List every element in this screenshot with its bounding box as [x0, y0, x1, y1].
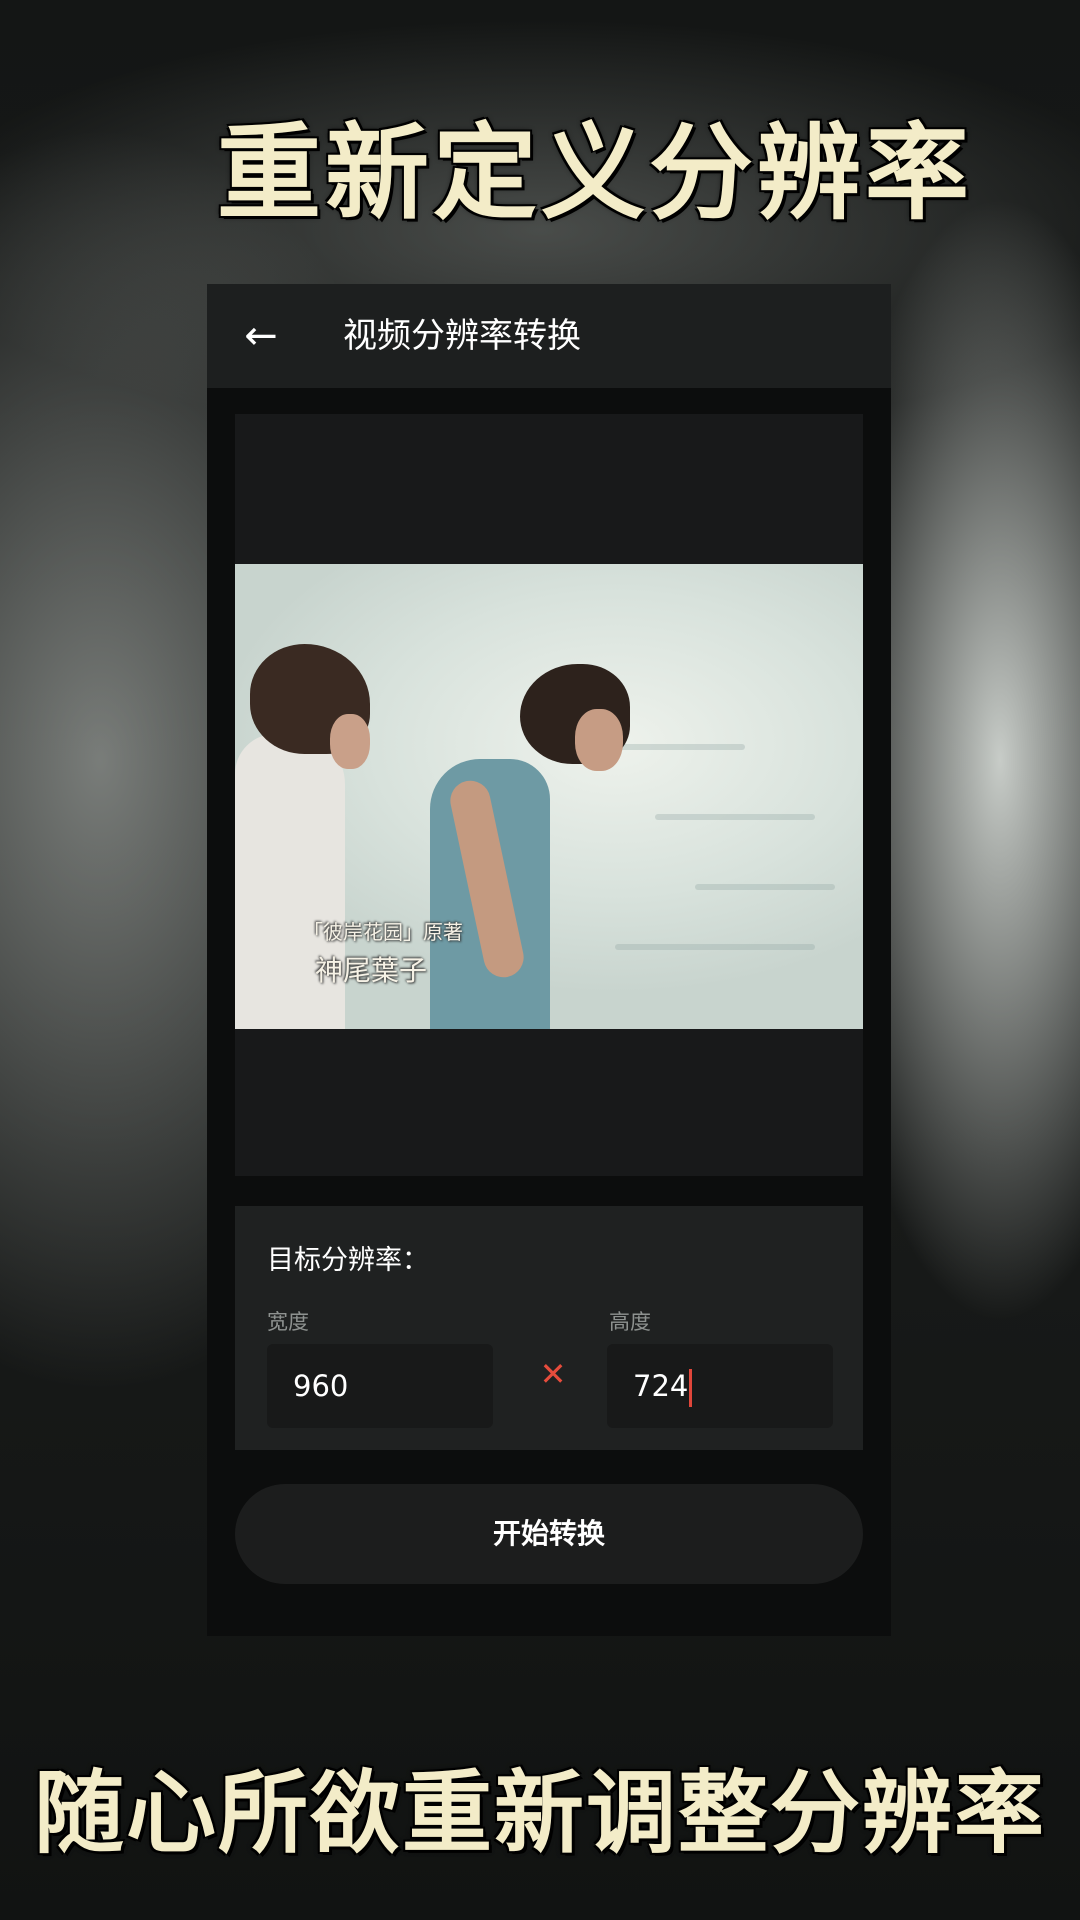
promo-screenshot: 重新定义分辨率 ← 视频分辨率转换 「彼岸花园」原著 神尾葉子 目标分辨率： 宽…	[0, 0, 1080, 1920]
width-label: 宽度	[267, 1310, 309, 1334]
width-value: 960	[293, 1369, 349, 1403]
wave-streak	[615, 944, 815, 950]
video-subtitle: 「彼岸花园」原著 神尾葉子	[303, 916, 463, 989]
height-input[interactable]: 724	[607, 1344, 833, 1428]
height-label: 高度	[609, 1310, 651, 1334]
video-frame: 「彼岸花园」原著 神尾葉子	[235, 564, 863, 1029]
wave-streak	[695, 884, 835, 890]
height-value-wrap: 724	[633, 1366, 693, 1407]
promo-headline-top: 重新定义分辨率	[216, 112, 973, 234]
start-convert-button[interactable]: 开始转换	[235, 1484, 863, 1584]
width-input[interactable]: 960	[267, 1344, 493, 1428]
text-caret	[689, 1369, 693, 1407]
video-preview[interactable]: 「彼岸花园」原著 神尾葉子	[235, 414, 863, 1176]
arrow-left-icon: ←	[244, 313, 278, 359]
person-left-face	[330, 714, 370, 769]
multiply-icon: ✕	[539, 1355, 567, 1393]
subtitle-line-1: 「彼岸花园」原著	[303, 920, 463, 944]
resolution-settings-card: 目标分辨率： 宽度 960 ✕ 高度 724	[235, 1206, 863, 1450]
wave-streak	[655, 814, 815, 820]
height-value: 724	[633, 1369, 689, 1403]
page-title: 视频分辨率转换	[343, 316, 581, 356]
promo-headline-bottom: 随心所欲重新调整分辨率	[34, 1761, 1046, 1866]
app-bar: ← 视频分辨率转换	[207, 284, 891, 388]
subtitle-line-2: 神尾葉子	[315, 954, 428, 987]
person-right-face	[575, 709, 623, 771]
phone-screen: ← 视频分辨率转换 「彼岸花园」原著 神尾葉子 目标分辨率： 宽度 960 ✕ …	[207, 284, 891, 1636]
back-button[interactable]: ←	[235, 310, 287, 362]
section-title: 目标分辨率：	[267, 1245, 429, 1276]
